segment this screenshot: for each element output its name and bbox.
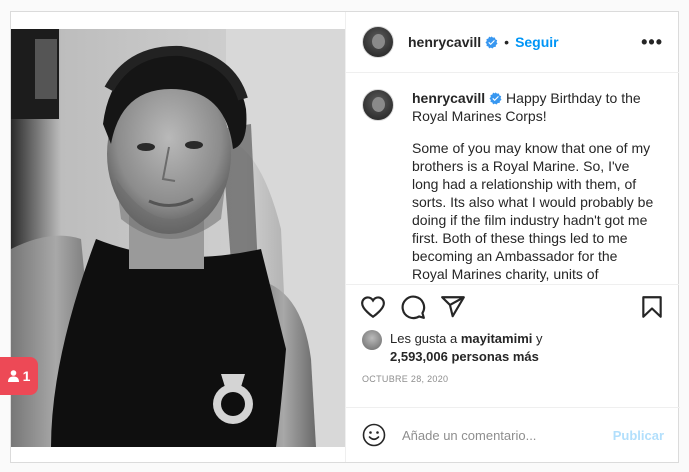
user-icon <box>7 370 19 382</box>
likes-count[interactable]: 2,593,006 personas más <box>390 349 539 364</box>
comment-input[interactable] <box>402 427 602 443</box>
post-photo[interactable] <box>11 29 345 447</box>
likes-prefix: Les gusta a <box>390 331 458 346</box>
caption-text: henrycavill Happy Birthday to the Royal … <box>412 89 657 284</box>
publish-button[interactable]: Publicar <box>613 428 664 443</box>
caption-area: henrycavill Happy Birthday to the Royal … <box>346 73 679 284</box>
caption-username[interactable]: henrycavill <box>412 90 485 106</box>
more-icon[interactable]: ••• <box>641 32 663 53</box>
likes-joiner: y <box>536 331 543 346</box>
comment-icon[interactable] <box>400 294 426 320</box>
post-header: henrycavill • Seguir ••• <box>346 12 679 73</box>
post-date[interactable]: OCTUBRE 28, 2020 <box>346 366 679 384</box>
heart-icon[interactable] <box>360 294 386 320</box>
notification-badge[interactable]: 1 <box>0 357 38 395</box>
likes-text: Les gusta a mayitamimi y 2,593,006 perso… <box>390 330 543 366</box>
bookmark-icon[interactable] <box>639 294 665 320</box>
author-username[interactable]: henrycavill <box>408 34 481 50</box>
liker-avatar[interactable] <box>362 330 382 350</box>
follow-button[interactable]: Seguir <box>515 34 559 50</box>
post-photo-image <box>11 29 345 447</box>
emoji-icon[interactable] <box>362 423 386 447</box>
verified-badge-icon <box>489 92 502 105</box>
post-card: henrycavill • Seguir ••• henrycavill Hap… <box>10 11 680 463</box>
separator-dot: • <box>504 34 510 50</box>
caption-avatar[interactable] <box>362 89 394 121</box>
post-sidebar: henrycavill • Seguir ••• henrycavill Hap… <box>345 12 680 462</box>
caption-body: Some of you may know that one of my brot… <box>412 140 654 282</box>
verified-badge-icon <box>485 35 498 49</box>
share-icon[interactable] <box>440 294 466 320</box>
liker-username[interactable]: mayitamimi <box>461 331 533 346</box>
likes-summary: Les gusta a mayitamimi y 2,593,006 perso… <box>346 322 679 366</box>
comment-bar: Publicar <box>346 407 680 462</box>
action-bar <box>346 284 679 322</box>
notification-count: 1 <box>22 368 31 384</box>
page: henrycavill • Seguir ••• henrycavill Hap… <box>0 0 689 472</box>
author-avatar[interactable] <box>362 26 394 58</box>
